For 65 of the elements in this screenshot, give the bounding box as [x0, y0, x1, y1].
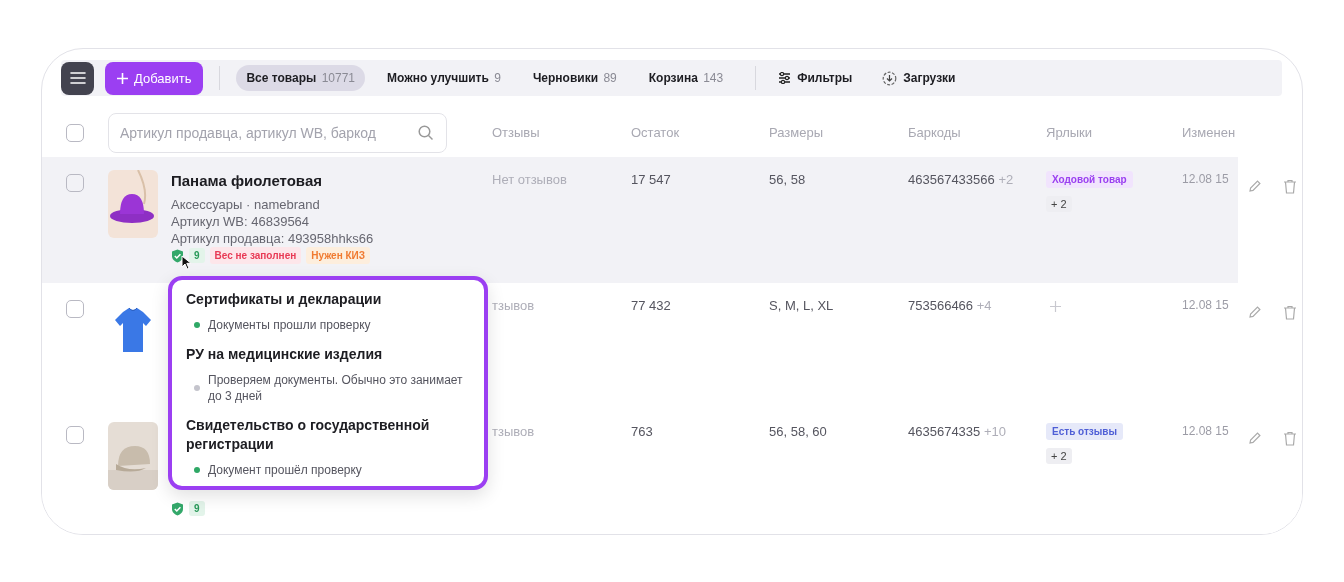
search-field[interactable]: Артикул продавца, артикул WB, баркод — [108, 112, 447, 153]
delete-icon[interactable] — [1283, 431, 1297, 446]
stock-cell: 77 432 — [631, 298, 671, 313]
column-header: Баркоды — [908, 125, 962, 140]
edit-icon[interactable] — [1248, 305, 1262, 319]
status-text: Проверяем документы. Обычно это занимает до 3 дней — [208, 372, 464, 404]
add-icon[interactable] — [1050, 301, 1061, 312]
add-button[interactable]: Добавить — [105, 61, 204, 95]
column-header: Размеры — [769, 125, 825, 140]
product-detail: Артикул продавца: 493958hhks66 — [171, 230, 374, 247]
sizes-cell: 56, 58, 60 — [769, 424, 827, 439]
status-tag: Вес не заполнен — [209, 247, 302, 264]
menu-icon — [69, 72, 86, 84]
search-icon — [418, 124, 434, 141]
reviews-cell: тзывов — [492, 298, 535, 313]
changed-cell: 12.08 15 — [1182, 298, 1229, 312]
row-checkbox[interactable] — [66, 300, 84, 318]
document-count: 9 — [189, 501, 205, 516]
stock-cell: 17 547 — [631, 172, 671, 187]
edit-icon[interactable] — [1248, 431, 1262, 445]
downloads-button[interactable]: Загрузки — [876, 69, 962, 87]
stock-cell: 763 — [631, 424, 653, 439]
popover-section-title: Сертификаты и декларации — [186, 290, 383, 309]
delete-icon[interactable] — [1283, 179, 1297, 194]
sliders-icon — [778, 72, 792, 84]
barcode-cell: 4635674335 +10 — [908, 424, 1006, 439]
product-name: Панама фиолетовая — [171, 172, 323, 189]
row-checkbox[interactable] — [66, 426, 84, 444]
tab[interactable]: Можно улучшить 9 — [377, 65, 511, 91]
changed-cell: 12.08 15 — [1182, 424, 1229, 438]
edit-icon[interactable] — [1248, 179, 1262, 193]
plus-icon — [117, 72, 128, 84]
tab[interactable]: Все товары 10771 — [236, 65, 366, 91]
barcode-cell: 753566466 +4 — [908, 298, 992, 313]
column-header: Ярлыки — [1046, 125, 1094, 140]
select-all-checkbox[interactable] — [66, 123, 84, 142]
delete-icon[interactable] — [1283, 305, 1297, 320]
more-labels-chip[interactable]: + 2 — [1046, 196, 1072, 212]
more-labels-chip[interactable]: + 2 — [1046, 448, 1072, 464]
status-tag: Нужен КИЗ — [306, 247, 371, 264]
reviews-cell: Нет отзывов — [492, 172, 567, 187]
download-icon — [882, 70, 898, 86]
reviews-cell: тзывов — [492, 424, 535, 439]
status-text: Документы прошли проверку — [208, 317, 371, 333]
changed-cell: 12.08 15 — [1182, 172, 1229, 186]
menu-button[interactable] — [61, 61, 94, 95]
status-text: Документ прошёл проверку — [208, 462, 362, 478]
sizes-cell: 56, 58 — [769, 172, 806, 187]
document-count: 9 — [189, 248, 205, 263]
filters-button[interactable]: Фильтры — [772, 70, 859, 86]
column-header: Отзывы — [492, 125, 541, 140]
product-detail: Артикул WB: 46839564 — [171, 213, 311, 230]
label-tag: Есть отзывы — [1046, 423, 1123, 440]
column-header: Изменен — [1182, 125, 1237, 140]
label-tag: Ходовой товар — [1046, 171, 1133, 188]
tab[interactable]: Черновики 89 — [522, 65, 627, 91]
product-detail: Аксессуары · namebrand — [171, 196, 321, 213]
sizes-cell: S, M, L, XL — [769, 298, 834, 313]
tab[interactable]: Корзина 143 — [638, 65, 734, 91]
cursor-icon — [181, 255, 192, 270]
column-header: Остаток — [631, 125, 681, 140]
barcode-cell: 463567433566 +2 — [908, 172, 1014, 187]
row-checkbox[interactable] — [66, 174, 84, 192]
popover-section-title: РУ на медицинские изделия — [186, 345, 384, 364]
popover-section-title: Свидетельство о государственной регистрации — [186, 416, 431, 454]
